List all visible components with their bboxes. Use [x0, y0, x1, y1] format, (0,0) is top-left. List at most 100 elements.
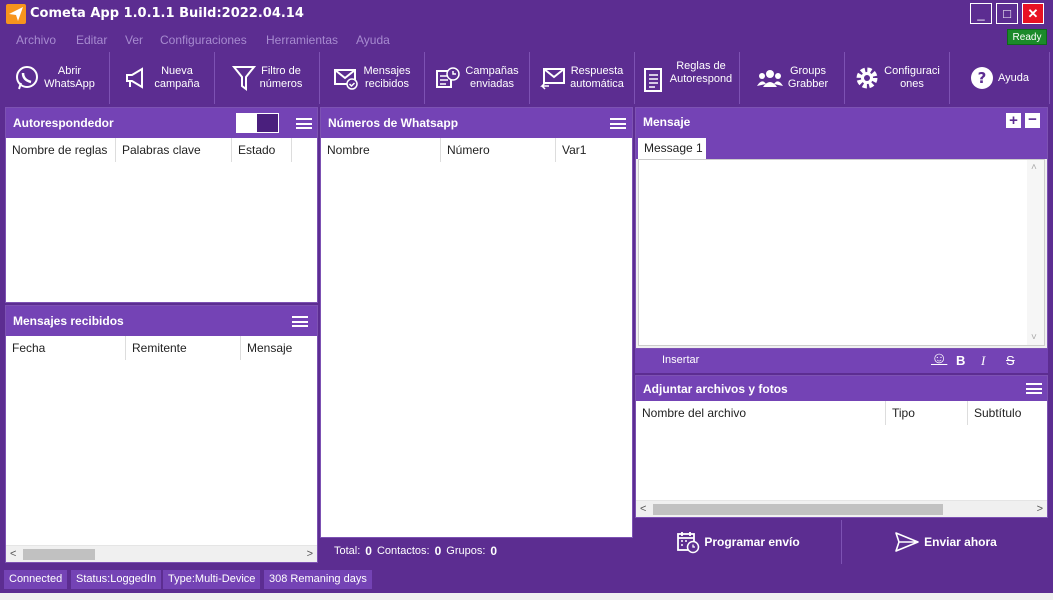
filter-icon [231, 66, 256, 91]
sent-campaigns-button[interactable]: Campañas enviadas [425, 52, 530, 104]
message-header: Mensaje + − [636, 108, 1047, 135]
number-filter-label: Filtro de números [259, 65, 303, 90]
autoresponder-menu-icon[interactable] [296, 118, 312, 129]
scroll-right-icon[interactable]: > [307, 546, 313, 563]
format-bar: Insertar ☺ B I S [635, 349, 1048, 373]
contacts-label: Contactos: [376, 545, 430, 557]
autoresponder-rules-button[interactable]: Reglas de Autorespond [635, 52, 740, 104]
scroll-down-icon[interactable]: ˅ [1031, 332, 1037, 343]
reply-envelope-icon [540, 68, 566, 90]
scroll-right-icon[interactable]: > [1037, 501, 1043, 518]
message-tabs: Message 1 [636, 135, 1047, 159]
remove-message-button[interactable]: − [1025, 112, 1040, 128]
send-now-label: Enviar ahora [924, 535, 997, 549]
total-label: Total: [334, 545, 361, 557]
megaphone-icon [126, 67, 144, 89]
insert-button[interactable]: Insertar [662, 354, 699, 366]
auto-reply-button[interactable]: Respuesta automática [530, 52, 635, 104]
sent-campaigns-icon [436, 67, 461, 88]
attachments-hscrollbar[interactable]: < > [636, 500, 1047, 517]
column-header[interactable]: Nombre de reglas [6, 138, 116, 162]
autoresponder-title: Autorespondedor [13, 116, 114, 130]
attachments-menu-icon[interactable] [1026, 383, 1042, 394]
strikethrough-button[interactable]: S [1006, 353, 1015, 368]
new-campaign-button[interactable]: Nueva campaña [110, 52, 215, 104]
column-header[interactable]: Remitente [126, 336, 241, 360]
menu-ayuda[interactable]: Ayuda [356, 33, 390, 47]
column-header[interactable]: Número [441, 138, 556, 162]
send-now-button[interactable]: Enviar ahora [843, 520, 1048, 564]
scroll-left-icon[interactable]: < [640, 501, 646, 518]
add-message-button[interactable]: + [1006, 113, 1021, 128]
minimize-button[interactable]: _ [970, 3, 992, 24]
column-header[interactable]: Var1 [556, 138, 626, 162]
number-filter-button[interactable]: Filtro de números [215, 52, 320, 104]
whatsapp-numbers-panel: Números de Whatsapp Nombre Número Var1 [320, 107, 633, 538]
received-header: Mensajes recibidos [6, 306, 317, 336]
settings-label: Configuraci ones [884, 65, 940, 90]
maximize-button[interactable]: □ [996, 3, 1018, 24]
scroll-left-icon[interactable]: < [10, 546, 16, 563]
groups-value: 0 [490, 544, 498, 558]
emoji-icon[interactable]: ☺ [931, 350, 947, 368]
bold-button[interactable]: B [956, 353, 965, 368]
total-value: 0 [365, 544, 372, 558]
menu-ver[interactable]: Ver [125, 33, 143, 47]
help-label: Ayuda [998, 71, 1029, 84]
scroll-thumb[interactable] [23, 549, 95, 560]
schedule-send-button[interactable]: Programar envío [635, 520, 842, 564]
settings-button[interactable]: Configuraci ones [845, 52, 950, 104]
app-logo-icon [6, 4, 26, 24]
auto-reply-label: Respuesta automática [570, 65, 624, 90]
toolbar: Abrir WhatsApp Nueva campaña Filtro de n… [0, 52, 1053, 104]
column-header[interactable]: Subtítulo [968, 401, 1047, 425]
scroll-thumb[interactable] [653, 504, 943, 515]
received-messages-button[interactable]: Mensajes recibidos [320, 52, 425, 104]
gear-icon [856, 67, 878, 89]
attachments-title: Adjuntar archivos y fotos [643, 381, 788, 396]
groups-grabber-button[interactable]: Groups Grabber [740, 52, 845, 104]
numbers-menu-icon[interactable] [610, 118, 626, 129]
column-header[interactable]: Estado [232, 138, 292, 162]
help-button[interactable]: ? Ayuda [950, 52, 1050, 104]
attachments-header: Adjuntar archivos y fotos [636, 376, 1047, 401]
message-title: Mensaje [643, 114, 691, 129]
open-whatsapp-label: Abrir WhatsApp [44, 65, 95, 90]
scroll-up-icon[interactable]: ˄ [1031, 162, 1037, 173]
column-header[interactable]: Fecha [6, 336, 126, 360]
received-menu-icon[interactable] [292, 316, 308, 327]
menu-archivo[interactable]: Archivo [16, 33, 56, 47]
status-type: Type:Multi-Device [163, 570, 262, 589]
received-columns: Fecha Remitente Mensaje [6, 336, 317, 360]
autoresponder-rules-label: Reglas de Autorespond [669, 60, 733, 85]
message-textarea[interactable]: ˄ ˅ [638, 159, 1045, 346]
message-vscrollbar[interactable]: ˄ ˅ [1027, 160, 1044, 345]
autoresponder-toggle[interactable] [236, 113, 279, 133]
menu-editar[interactable]: Editar [76, 33, 107, 47]
window-title: Cometa App 1.0.1.1 Build:2022.04.14 [30, 6, 304, 21]
message-panel: Mensaje + − Message 1 ˄ ˅ [635, 107, 1048, 349]
numbers-footer: Total: 0 Contactos: 0 Grupos: 0 [320, 540, 633, 562]
ready-badge: Ready [1007, 29, 1047, 45]
open-whatsapp-button[interactable]: Abrir WhatsApp [0, 52, 110, 104]
attachments-columns: Nombre del archivo Tipo Subtítulo [636, 401, 1047, 425]
italic-button[interactable]: I [981, 353, 985, 369]
contacts-value: 0 [434, 544, 442, 558]
column-header[interactable]: Mensaje [241, 336, 311, 360]
column-header[interactable]: Palabras clave [116, 138, 232, 162]
numbers-header: Números de Whatsapp [321, 108, 632, 138]
menu-configuraciones[interactable]: Configuraciones [160, 33, 247, 47]
numbers-title: Números de Whatsapp [328, 116, 459, 130]
column-header[interactable]: Nombre del archivo [636, 401, 886, 425]
received-title: Mensajes recibidos [13, 314, 124, 328]
column-header[interactable]: Nombre [321, 138, 441, 162]
status-login: Status:LoggedIn [71, 570, 163, 589]
tab-message-1[interactable]: Message 1 [638, 138, 706, 159]
column-header[interactable]: Tipo [886, 401, 968, 425]
groups-grabber-label: Groups Grabber [787, 65, 829, 90]
close-button[interactable]: ✕ [1022, 3, 1044, 24]
received-hscrollbar[interactable]: < > [6, 545, 317, 562]
received-messages-label: Mensajes recibidos [363, 65, 411, 90]
menu-herramientas[interactable]: Herramientas [266, 33, 338, 47]
groups-label: Grupos: [446, 545, 486, 557]
